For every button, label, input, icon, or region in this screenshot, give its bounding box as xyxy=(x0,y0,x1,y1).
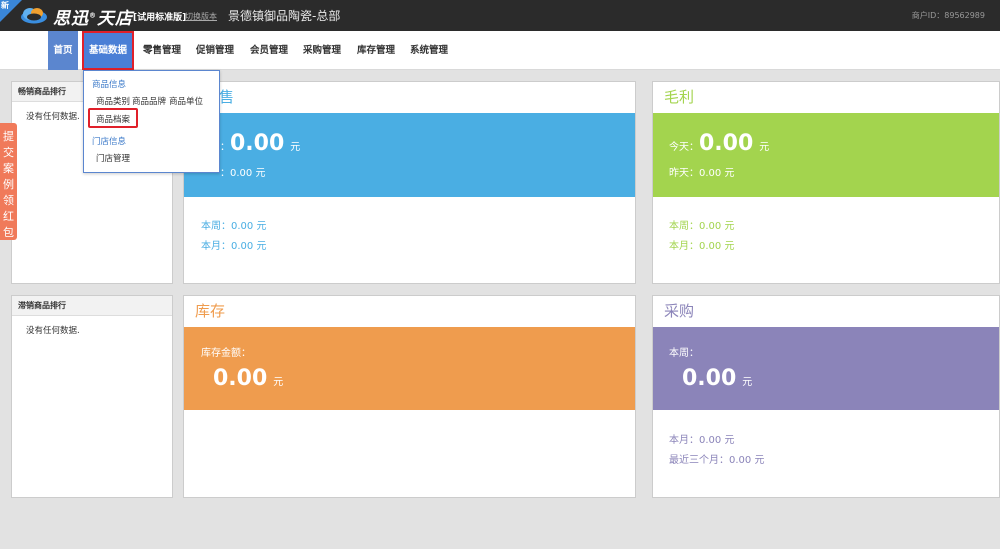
submit-case-tab[interactable]: 提交案例领红包 xyxy=(0,123,17,240)
profit-today: 今天：0.00 元 xyxy=(669,131,770,156)
edition-label: [试用标准版] xyxy=(133,13,187,23)
stock-title: 库存 xyxy=(195,302,226,320)
stock-label: 库存金额： xyxy=(201,348,251,359)
logo-text: 思迅®天店 xyxy=(53,9,133,29)
merchant-id: 商户ID：89562989 xyxy=(911,11,985,20)
sales-month: 本月：0.00 元 xyxy=(201,241,267,252)
sales-band: ：0.00 元 ：0.00 元 xyxy=(184,113,635,197)
purchase-band: 本周： 0.00 元 xyxy=(653,327,999,410)
dropdown-group-product-info: 商品信息 xyxy=(92,80,127,90)
menu-product-brand[interactable]: 商品品牌 xyxy=(132,95,166,107)
switch-version-link[interactable]: 切换版本 xyxy=(185,11,217,22)
menu-store-manage[interactable]: 门店管理 xyxy=(96,152,130,164)
profit-month: 本月：0.00 元 xyxy=(669,241,735,252)
profit-yesterday: 昨天：0.00 元 xyxy=(669,168,735,179)
watermark-url: jingyan.baidu.com xyxy=(797,478,945,497)
stock-value: 0.00 元 xyxy=(213,366,284,391)
nav-system[interactable]: 系统管理 xyxy=(405,31,453,70)
baidu-watermark: Baidu 经验 jingyan.baidu.com xyxy=(797,440,945,497)
nav-inventory[interactable]: 库存管理 xyxy=(352,31,400,70)
nav-basic-data[interactable]: 基础数据 xyxy=(82,31,134,70)
menu-product-unit[interactable]: 商品单位 xyxy=(169,95,203,107)
stock-band: 库存金额： 0.00 元 xyxy=(184,327,635,410)
menu-product-category[interactable]: 商品类别 xyxy=(96,95,130,107)
purchase-title: 采购 xyxy=(664,302,695,320)
purchase-value: 0.00 元 xyxy=(682,366,753,391)
purchase-three-months: 最近三个月：0.00 元 xyxy=(669,455,765,466)
dropdown-group-store-info: 门店信息 xyxy=(92,137,127,147)
slowsellers-panel: 滞销商品排行 没有任何数据. xyxy=(11,295,173,498)
nav-home[interactable]: 首页 xyxy=(48,31,78,70)
sales-card: 售 ：0.00 元 ：0.00 元 本周：0.00 元 本月：0.00 元 xyxy=(183,81,636,284)
nav-member[interactable]: 会员管理 xyxy=(245,31,293,70)
sales-week: 本周：0.00 元 xyxy=(201,221,267,232)
slowsellers-title: 滞销商品排行 xyxy=(12,296,172,316)
main-nav: 首页 基础数据 零售管理 促销管理 会员管理 采购管理 库存管理 系统管理 xyxy=(0,31,1000,70)
nav-purchase[interactable]: 采购管理 xyxy=(298,31,346,70)
basic-data-dropdown: 商品信息 商品类别 商品品牌 商品单位 商品档案 门店信息 门店管理 xyxy=(83,70,220,173)
profit-title: 毛利 xyxy=(664,88,695,106)
sales-yesterday: ：0.00 元 xyxy=(220,168,266,179)
nav-retail[interactable]: 零售管理 xyxy=(138,31,186,70)
profit-week: 本周：0.00 元 xyxy=(669,221,735,232)
nav-promotion[interactable]: 促销管理 xyxy=(191,31,239,70)
new-badge: 新 xyxy=(1,1,9,10)
menu-product-archive[interactable]: 商品档案 xyxy=(96,113,130,125)
profit-band: 今天：0.00 元 昨天：0.00 元 xyxy=(653,113,999,197)
sales-today: ：0.00 元 xyxy=(220,131,301,156)
top-bar: 新 思迅®天店 [试用标准版] 切换版本 景德镇御品陶瓷-总部 商户ID：895… xyxy=(0,0,1000,31)
cloud-logo-icon xyxy=(21,8,47,24)
purchase-label: 本周： xyxy=(669,348,699,359)
stock-card: 库存 库存金额： 0.00 元 xyxy=(183,295,636,498)
watermark-brand: Baidu 经验 xyxy=(797,441,939,476)
slowsellers-empty: 没有任何数据. xyxy=(26,326,80,336)
purchase-month: 本月：0.00 元 xyxy=(669,435,735,446)
profit-card: 毛利 今天：0.00 元 昨天：0.00 元 本周：0.00 元 本月：0.00 … xyxy=(652,81,1000,284)
store-name: 景德镇御品陶瓷-总部 xyxy=(228,9,341,23)
sales-title: 售 xyxy=(219,88,235,106)
submit-case-tab-label: 提交案例领红包 xyxy=(3,130,14,239)
